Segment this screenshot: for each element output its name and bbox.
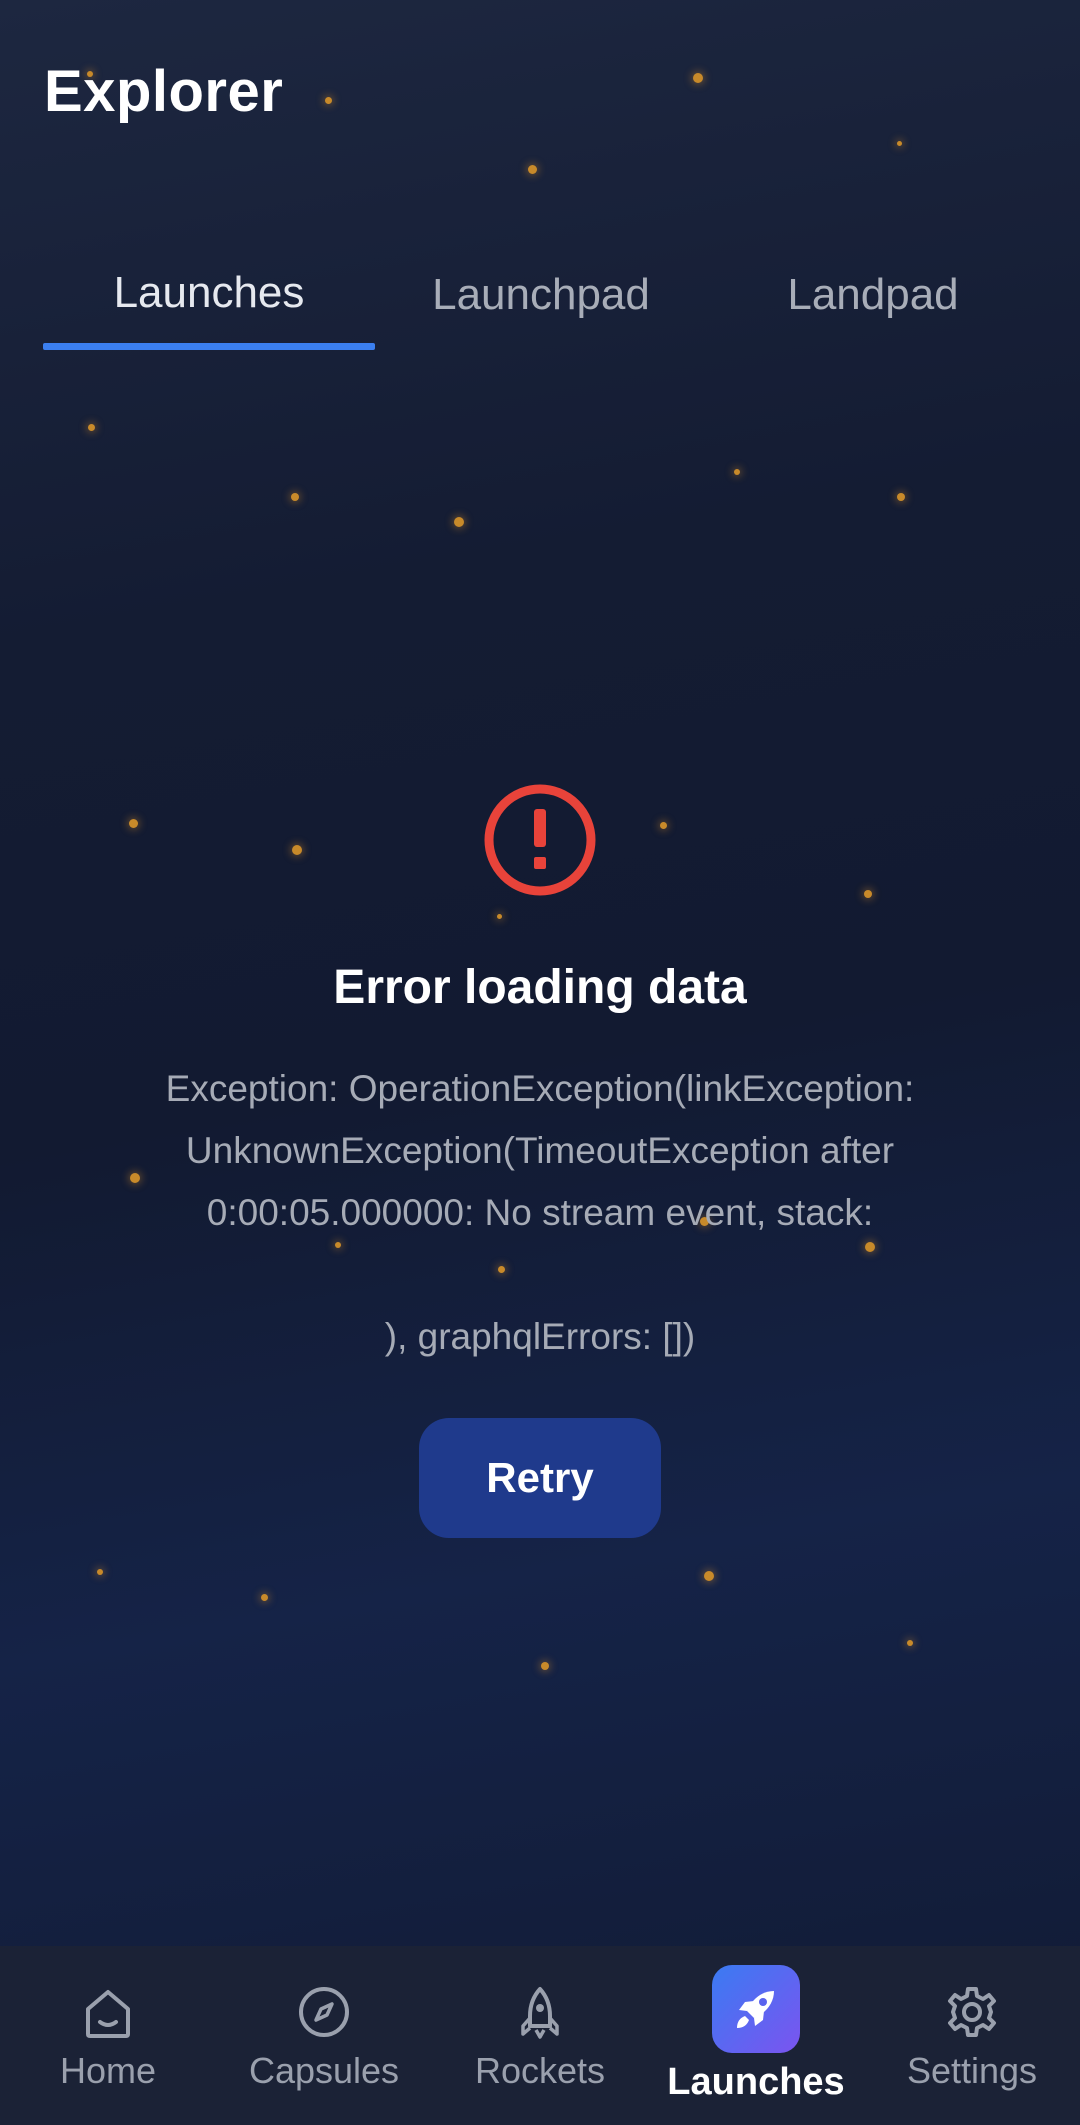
star [261,1594,268,1601]
bottom-navigation: Home Capsules Rockets Launches Settings [0,1946,1080,2125]
page-title: Explorer [44,59,284,124]
star [528,165,537,174]
nav-label: Rockets [474,2050,606,2091]
tab-label: Launchpad [432,270,650,319]
tab-label: Launches [113,268,305,317]
nav-label: Home [59,2050,157,2091]
tab-launches[interactable]: Launches [43,240,375,350]
alert-circle-icon [484,784,596,896]
compass-icon [299,1987,349,2037]
retry-button[interactable]: Retry [419,1418,661,1538]
nav-label: Capsules [248,2050,400,2091]
star [907,1640,913,1646]
star [129,819,138,828]
star [897,141,902,146]
star [734,469,740,475]
home-icon [86,1990,130,2038]
tab-launchpad[interactable]: Launchpad [375,240,707,350]
star [454,517,464,527]
star [541,1662,549,1670]
star [291,493,299,501]
tab-bar: Launches Launchpad Landpad [43,240,1037,350]
tab-landpad[interactable]: Landpad [707,240,1039,350]
star [292,845,302,855]
star [88,424,95,431]
star [497,914,502,919]
star [897,493,905,501]
rocket-outline-icon [521,1987,559,2039]
nav-label: Settings [906,2050,1038,2091]
gear-icon [948,1987,996,2037]
star [693,73,703,83]
tab-label: Landpad [787,270,959,319]
nav-item-settings[interactable]: Settings [864,1946,1080,2125]
nav-item-rockets[interactable]: Rockets [432,1946,648,2125]
rocket-launch-icon [737,1991,774,2028]
active-nav-icon-container [712,1965,800,2053]
nav-item-home[interactable]: Home [0,1946,216,2125]
star [704,1571,714,1581]
nav-label: Launches [667,2061,845,2103]
star [660,822,667,829]
star [864,890,872,898]
nav-item-capsules[interactable]: Capsules [216,1946,432,2125]
star [97,1569,103,1575]
error-title: Error loading data [333,961,747,1014]
star [325,97,332,104]
nav-item-launches[interactable]: Launches [648,1946,864,2125]
active-tab-indicator [43,343,375,350]
error-message: Exception: OperationException(linkExcept… [165,1068,915,1357]
